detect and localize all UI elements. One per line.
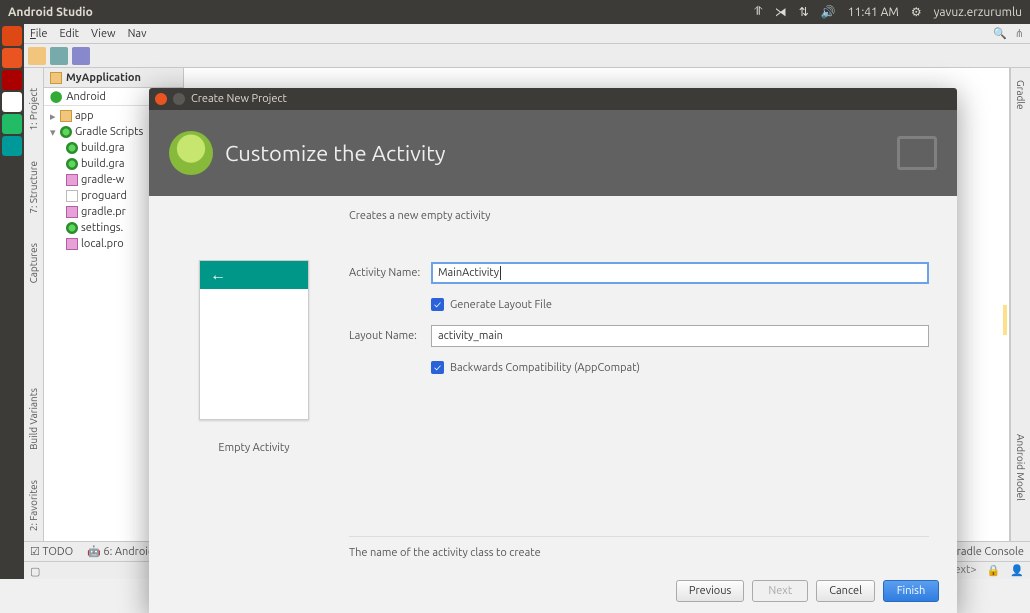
template-preview: ← Empty Activity: [189, 210, 319, 559]
gradle-icon: [66, 222, 78, 234]
bluetooth-icon[interactable]: ⧕: [775, 5, 787, 19]
dialog-header: Customize the Activity: [149, 110, 957, 196]
menu-edit[interactable]: Edit: [59, 28, 79, 40]
wifi-icon[interactable]: ⥣: [754, 5, 763, 19]
dialog-titlebar[interactable]: Create New Project: [149, 88, 957, 110]
android-studio-window: File Edit View Nav 🔍 ⋔ 1: Project 7: Str…: [24, 24, 1030, 579]
generate-layout-checkbox[interactable]: ✓ Generate Layout File: [431, 298, 552, 311]
left-tool-gutter: 1: Project 7: Structure Captures Build V…: [24, 68, 44, 541]
menubar: File Edit View Nav 🔍 ⋔: [24, 24, 1030, 44]
template-caption: Empty Activity: [218, 442, 289, 454]
launcher-android-studio[interactable]: [2, 114, 22, 134]
next-button: Next: [752, 580, 808, 602]
project-name: MyApplication: [66, 72, 141, 84]
volume-icon[interactable]: 🔊: [821, 5, 836, 19]
gutter-gradle[interactable]: Gradle: [1015, 80, 1026, 110]
text-cursor: [500, 266, 501, 280]
gutter-build-variants[interactable]: Build Variants: [28, 388, 39, 450]
menu-view[interactable]: View: [91, 28, 116, 40]
save-icon[interactable]: [50, 47, 68, 65]
active-app-title: Android Studio: [8, 6, 93, 19]
gutter-project[interactable]: 1: Project: [28, 88, 39, 131]
search-icon[interactable]: 🔍: [993, 27, 1007, 40]
todo-tab[interactable]: ☑ TODO: [30, 545, 73, 558]
dialog-description: Creates a new empty activity: [349, 210, 929, 222]
gradle-icon: [66, 158, 78, 170]
statusbar-icon[interactable]: ▢: [30, 565, 42, 577]
gutter-structure[interactable]: 7: Structure: [28, 161, 39, 214]
clock[interactable]: 11:41 AM: [848, 6, 899, 19]
layout-name-label: Layout Name:: [349, 330, 431, 342]
minimize-window-icon[interactable]: [173, 93, 185, 105]
layout-name-input[interactable]: activity_main: [431, 325, 929, 347]
menu-file[interactable]: File: [30, 28, 47, 40]
user-name[interactable]: yavuz.erzurumlu: [934, 6, 1022, 19]
ubuntu-top-panel: Android Studio ⥣ ⧕ ⇅ 🔊 11:41 AM ⚙ yavuz.…: [0, 0, 1030, 24]
gutter-captures[interactable]: Captures: [28, 243, 39, 283]
editor-marker: [1003, 305, 1007, 335]
launcher-app2[interactable]: [2, 92, 22, 112]
activity-name-label: Activity Name:: [349, 267, 431, 279]
prop-icon: [66, 238, 78, 250]
create-project-dialog: Create New Project Customize the Activit…: [149, 88, 957, 613]
prop-icon: [66, 206, 78, 218]
gutter-favorites[interactable]: 2: Favorites: [28, 480, 39, 531]
close-window-icon[interactable]: [155, 93, 167, 105]
launcher-app3[interactable]: [2, 136, 22, 156]
project-folder-icon: [50, 72, 62, 84]
hector-icon[interactable]: 👤: [1010, 564, 1024, 577]
dialog-window-title: Create New Project: [191, 93, 287, 105]
back-arrow-icon: ←: [210, 266, 226, 285]
activity-name-input[interactable]: MainActivity: [431, 262, 929, 284]
android-studio-logo-icon: [169, 131, 213, 175]
filter-icon[interactable]: ⋔: [1015, 27, 1024, 40]
network-icon[interactable]: ⇅: [799, 5, 809, 19]
file-icon: [66, 190, 78, 202]
sync-icon[interactable]: [72, 47, 90, 65]
menu-navigate[interactable]: Nav: [128, 28, 147, 40]
device-icon: [897, 136, 937, 170]
lock-icon[interactable]: 🔒: [987, 564, 1001, 577]
gradle-icon: [60, 126, 72, 138]
main-toolbar: [24, 44, 1030, 68]
gutter-android-model[interactable]: Android Model: [1015, 434, 1026, 501]
dialog-footer: Previous Next Cancel Finish: [149, 569, 957, 613]
gradle-icon: [66, 142, 78, 154]
launcher-files[interactable]: [2, 48, 22, 68]
android-icon: ⬤: [50, 90, 62, 103]
cancel-button[interactable]: Cancel: [816, 580, 875, 602]
open-icon[interactable]: [28, 47, 46, 65]
checkbox-checked-icon: ✓: [431, 298, 444, 311]
dialog-heading: Customize the Activity: [225, 141, 446, 166]
field-hint: The name of the activity class to create: [349, 536, 929, 559]
finish-button[interactable]: Finish: [883, 580, 939, 602]
launcher-dash[interactable]: [2, 26, 22, 46]
backcompat-checkbox[interactable]: ✓ Backwards Compatibility (AppCompat): [431, 361, 640, 374]
gear-icon[interactable]: ⚙: [911, 5, 922, 19]
phone-mock: ←: [199, 260, 309, 420]
folder-icon: [60, 110, 72, 122]
prop-icon: [66, 174, 78, 186]
checkbox-checked-icon: ✓: [431, 361, 444, 374]
project-header[interactable]: MyApplication: [44, 68, 183, 88]
unity-launcher: [0, 24, 24, 579]
previous-button[interactable]: Previous: [676, 580, 744, 602]
launcher-app1[interactable]: [2, 70, 22, 90]
right-tool-gutter: Gradle Android Model: [1010, 68, 1030, 541]
